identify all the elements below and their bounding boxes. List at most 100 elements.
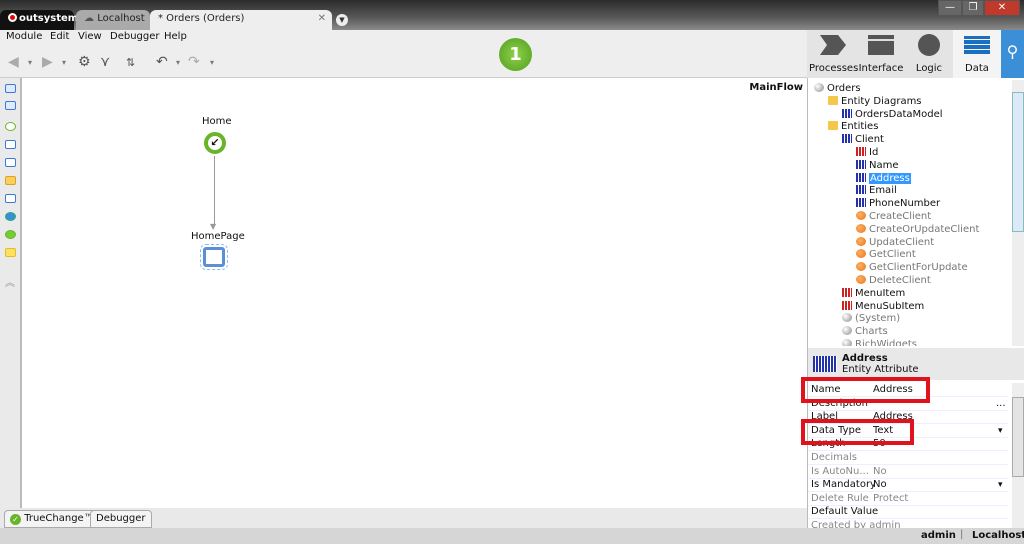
tab-label: outsystems <box>19 13 85 24</box>
dropdown-chevron-icon[interactable]: ▾ <box>998 478 1003 492</box>
tree-item[interactable]: Client <box>842 133 884 146</box>
nav-interface[interactable]: Interface <box>857 30 905 78</box>
close-button[interactable]: ✕ <box>984 0 1020 16</box>
tree-item-label: Entities <box>841 121 879 133</box>
back-icon[interactable]: ◀ <box>8 54 19 70</box>
globe-icon <box>814 83 824 92</box>
nav-label: Interface <box>858 63 904 74</box>
action-bolt-icon[interactable] <box>5 230 16 239</box>
back-dropdown-icon[interactable]: ▾ <box>28 58 32 67</box>
nav-data[interactable]: Data <box>953 30 1001 78</box>
tree-item-label: DeleteClient <box>869 275 931 286</box>
globe-icon[interactable] <box>5 212 16 221</box>
email-icon[interactable] <box>5 176 16 185</box>
tree-item[interactable]: Charts <box>842 325 888 338</box>
close-tab-icon[interactable]: ✕ <box>318 13 326 24</box>
title-bar: outsystems ☁ Localhost * Orders (Orders)… <box>0 0 1024 30</box>
settings-gear-icon[interactable]: ⚙ <box>78 54 91 70</box>
external-site-icon[interactable] <box>5 194 16 203</box>
tree-scroll-thumb[interactable] <box>1012 92 1024 232</box>
check-icon: ✓ <box>10 514 21 525</box>
tree-item[interactable]: UpdateClient <box>856 236 934 249</box>
property-row[interactable]: Delete Rule Protect <box>808 492 1008 506</box>
tab-localhost[interactable]: ☁ Localhost <box>76 10 150 30</box>
tree-item[interactable]: Email <box>856 184 897 197</box>
table-records-icon[interactable] <box>5 84 16 93</box>
tree-item[interactable]: Id <box>856 146 878 159</box>
screen-icon[interactable] <box>5 140 16 149</box>
nav-logic[interactable]: Logic <box>905 30 953 78</box>
tree-item[interactable]: GetClient <box>856 248 916 261</box>
menu-view[interactable]: View <box>78 31 102 42</box>
tree-item[interactable]: Address <box>856 172 911 185</box>
menu-edit[interactable]: Edit <box>50 31 69 42</box>
web-block-icon[interactable] <box>5 158 16 167</box>
forward-icon[interactable]: ▶ <box>42 54 53 70</box>
data-grid-icon <box>964 36 990 54</box>
tab-orders[interactable]: * Orders (Orders) ✕ <box>150 10 332 30</box>
flow-connector <box>214 156 215 226</box>
entry-icon[interactable] <box>5 122 16 131</box>
tab-menu-chevron-icon[interactable]: ▼ <box>336 14 348 26</box>
undo-icon[interactable]: ↶ <box>156 54 168 70</box>
comment-note-icon[interactable] <box>5 248 16 257</box>
menu-debugger[interactable]: Debugger <box>110 31 160 42</box>
folder-icon <box>828 95 838 105</box>
homepage-screen-node[interactable] <box>200 244 228 270</box>
property-row[interactable]: Default Value <box>808 505 1008 520</box>
tree-item-label: OrdersDataModel <box>855 108 943 120</box>
tree-item[interactable]: Entity Diagrams <box>828 95 922 108</box>
compare-merge-icon[interactable]: ⋎ <box>100 54 110 70</box>
tree-item[interactable]: RichWidgets <box>842 338 917 346</box>
menu-module[interactable]: Module <box>6 31 42 42</box>
tree-item[interactable]: Entities <box>828 120 878 133</box>
attribute-icon <box>856 159 866 169</box>
property-row[interactable]: Is AutoNu... No <box>808 465 1008 479</box>
restore-button[interactable]: ❐ <box>962 0 984 16</box>
tree-item-label: RichWidgets <box>855 339 917 346</box>
tree-item[interactable]: Name <box>856 159 899 172</box>
globe-icon <box>842 326 852 336</box>
tree-item[interactable]: GetClientForUpdate <box>856 261 968 274</box>
forward-dropdown-icon[interactable]: ▾ <box>62 58 66 67</box>
tree-item[interactable]: MenuSubItem <box>842 300 924 313</box>
collapse-chevron-icon[interactable]: ︽ <box>5 274 15 289</box>
home-entry-node[interactable]: ↙ <box>204 132 226 154</box>
tab-debugger[interactable]: Debugger <box>90 510 152 528</box>
property-row[interactable]: Decimals <box>808 451 1008 465</box>
tree-item[interactable]: DeleteClient <box>856 274 931 287</box>
tree-item-label: Charts <box>855 326 888 338</box>
property-value[interactable]: No <box>873 478 887 492</box>
tree-item[interactable]: OrdersDataModel <box>842 108 943 121</box>
tab-outsystems[interactable]: outsystems <box>0 10 84 30</box>
properties-scroll-thumb[interactable] <box>1012 397 1024 477</box>
nav-processes[interactable]: Processes <box>809 30 858 78</box>
search-button[interactable]: ⚲ <box>1001 30 1024 78</box>
tab-truechange[interactable]: ✓ TrueChange™ <box>4 510 100 528</box>
tree-item[interactable]: CreateClient <box>856 210 931 223</box>
minimize-button[interactable]: — <box>938 0 962 16</box>
entity-icon <box>842 134 852 144</box>
property-value[interactable]: Protect <box>873 492 908 506</box>
publish-icon[interactable]: ⇅ <box>126 56 135 69</box>
status-server: Localhost <box>972 530 1024 541</box>
properties-scrollbar[interactable] <box>1012 383 1024 528</box>
property-row[interactable]: Is Mandatory No ▾ <box>808 478 1008 493</box>
property-value[interactable]: No <box>873 465 887 479</box>
tree-item[interactable]: CreateOrUpdateClient <box>856 223 979 236</box>
form-icon[interactable] <box>5 101 16 110</box>
menu-help[interactable]: Help <box>164 31 187 42</box>
tree-scrollbar[interactable] <box>1012 80 1024 346</box>
tree-item[interactable]: Orders <box>814 82 861 95</box>
dropdown-chevron-icon[interactable]: ▾ <box>998 424 1003 438</box>
tree-item[interactable]: MenuItem <box>842 287 905 300</box>
property-value[interactable]: ... <box>996 397 1006 411</box>
property-row[interactable]: Created by admin <box>808 519 1008 528</box>
redo-icon[interactable]: ↷ <box>188 54 200 70</box>
undo-dropdown-icon[interactable]: ▾ <box>176 58 180 67</box>
tab-label: Debugger <box>96 513 146 524</box>
tree-item[interactable]: (System) <box>842 312 900 325</box>
redo-dropdown-icon[interactable]: ▾ <box>210 58 214 67</box>
flow-canvas[interactable]: MainFlow Home ↙ ▼ HomePage <box>22 78 807 508</box>
tree-item[interactable]: PhoneNumber <box>856 197 940 210</box>
